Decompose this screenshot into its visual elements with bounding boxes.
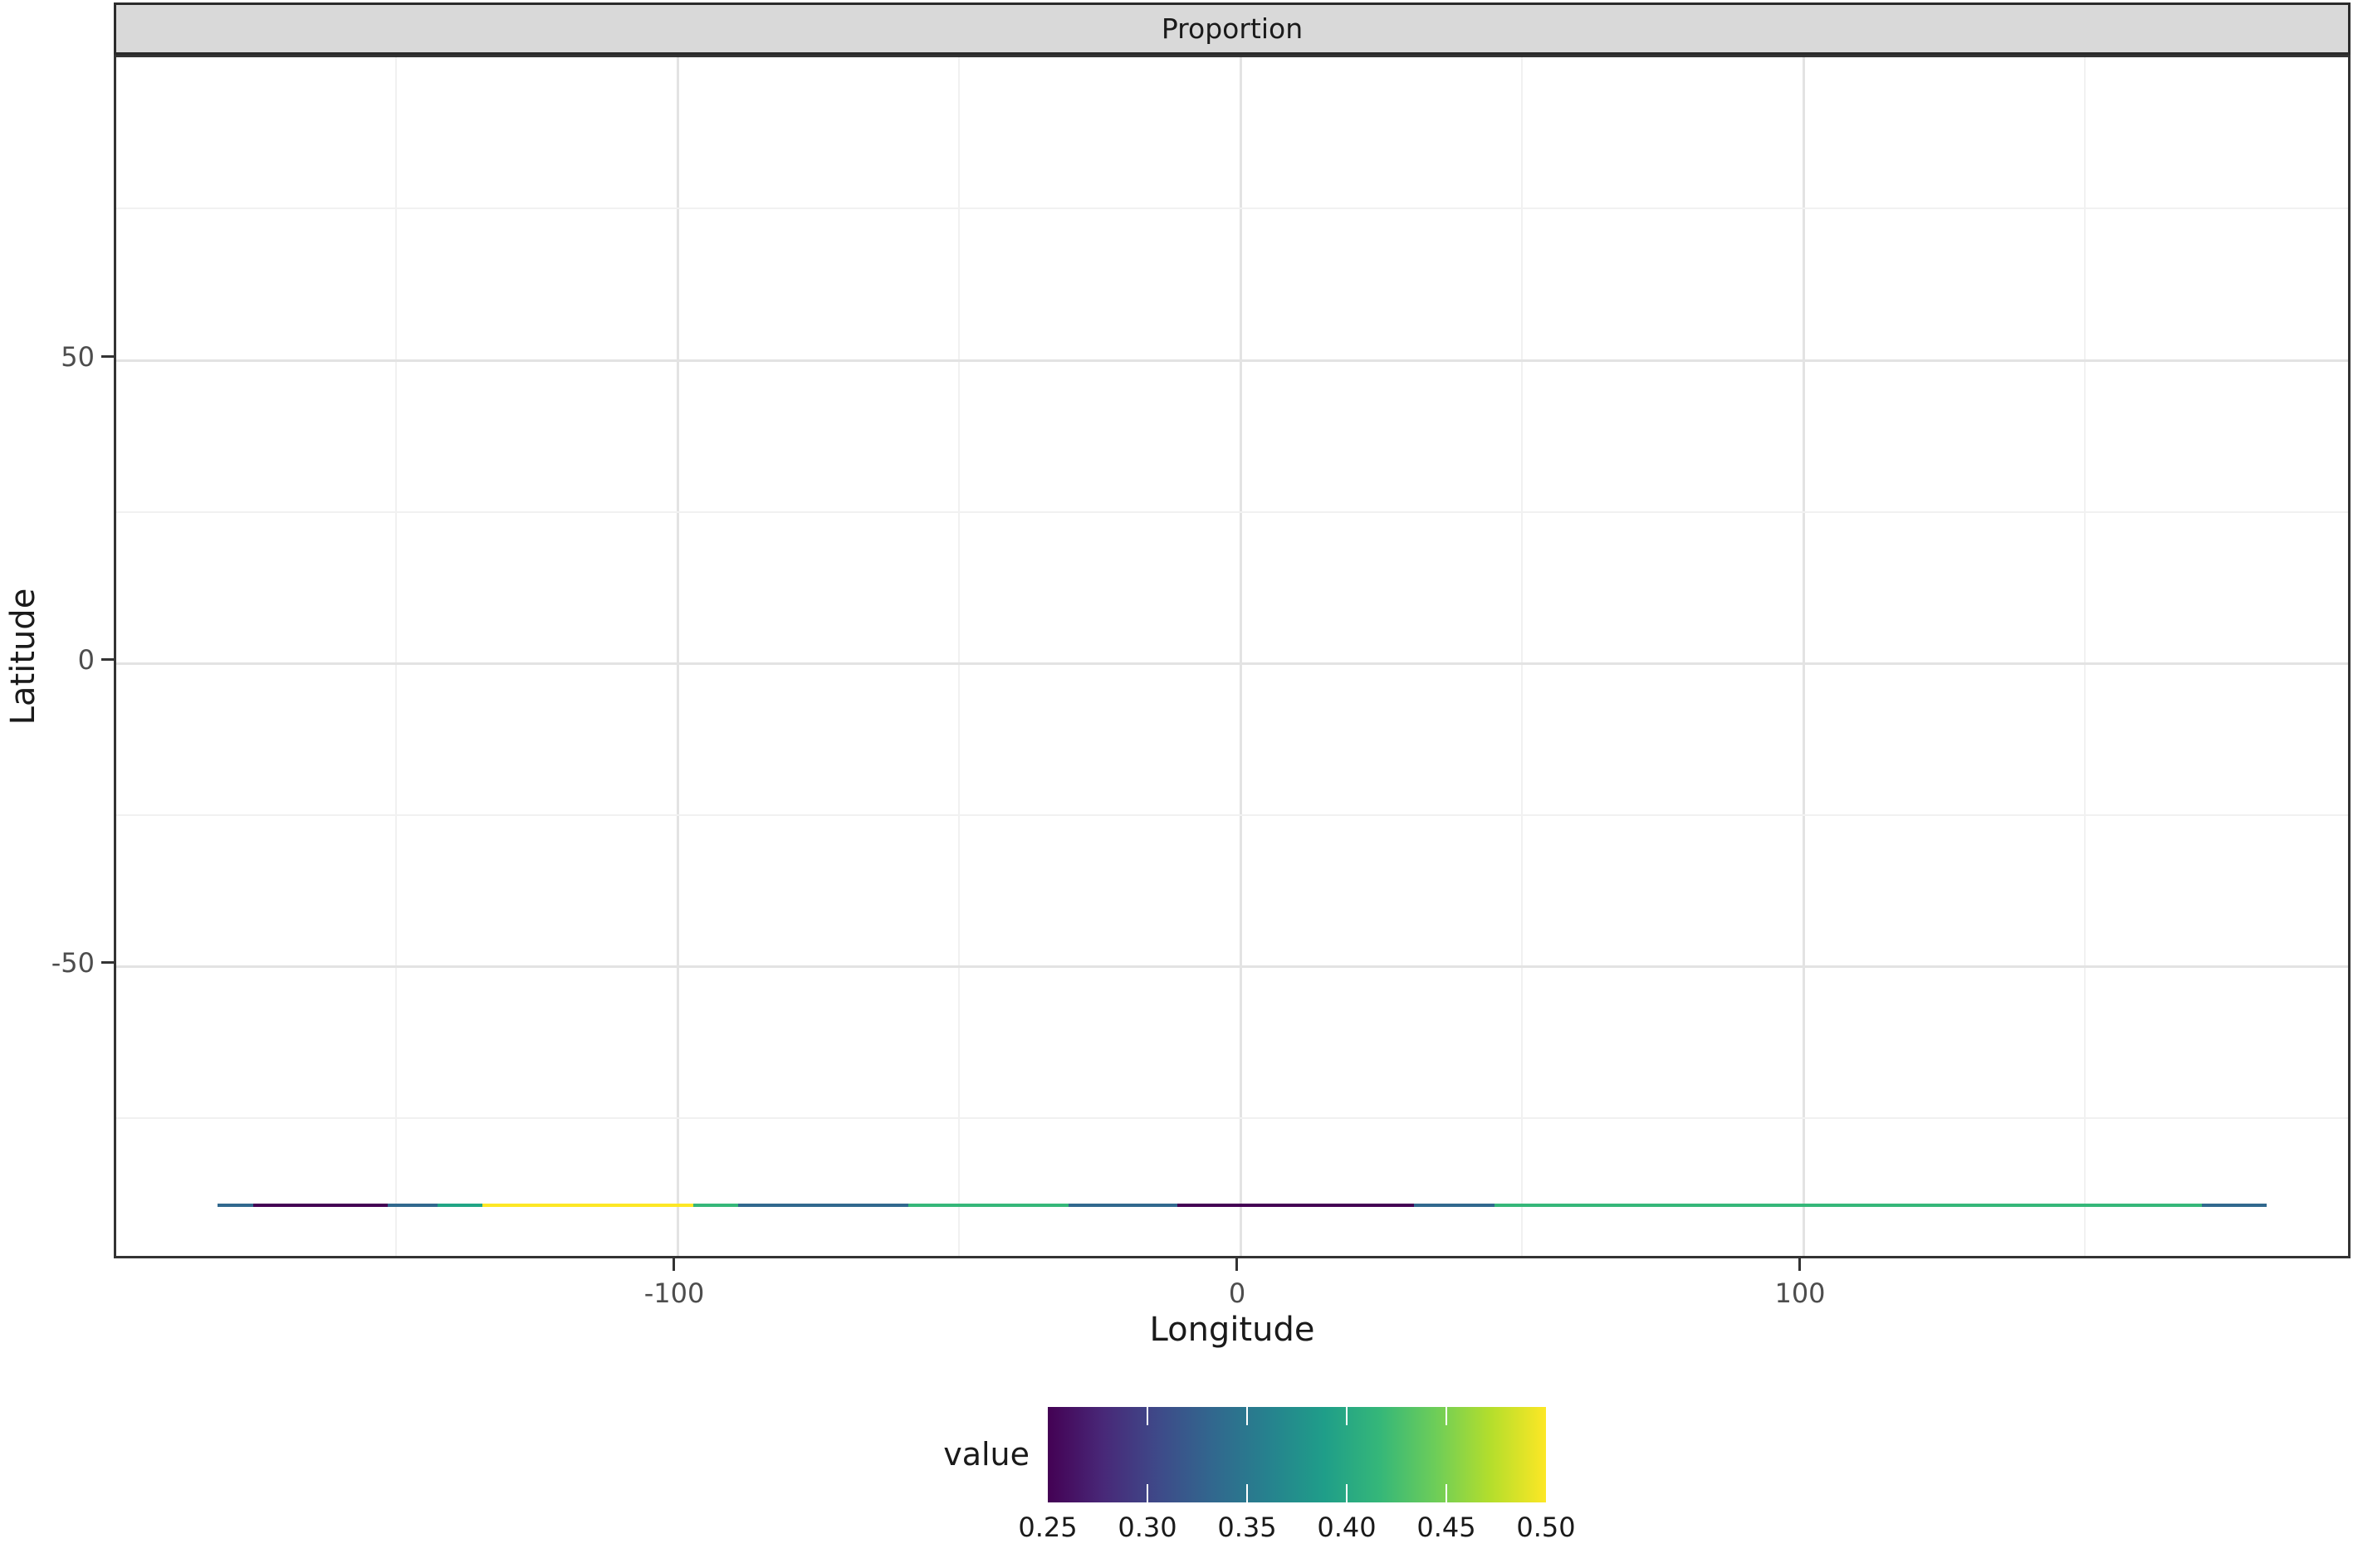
gridline-minor-h [116,208,2348,209]
gridline-minor-h [116,1117,2348,1119]
legend-tick [1246,1484,1248,1502]
gridline-minor-v [2084,57,2086,1256]
value-line-segment [2202,1204,2267,1207]
x-axis-tick-label: -100 [616,1277,732,1310]
legend-tick-label: 0.30 [1089,1511,1206,1544]
y-axis-tick [101,355,114,358]
value-line-segment [438,1204,482,1207]
value-line-segment [482,1204,693,1207]
value-line-segment [388,1204,438,1207]
legend-tick-label: 0.40 [1289,1511,1405,1544]
y-axis-tick-label: -50 [0,946,95,979]
gridline-minor-v [1521,57,1523,1256]
gridline-minor-h [116,511,2348,513]
value-line-segment [1069,1204,1177,1207]
legend-tick [1147,1484,1148,1502]
y-axis-tick-label: 50 [0,340,95,374]
gridline-minor-h [116,814,2348,816]
legend-tick [1446,1484,1447,1502]
legend-tick-label: 0.35 [1189,1511,1305,1544]
value-raster-row [218,1204,2267,1207]
gridline-major-h [116,662,2348,665]
value-line-segment [738,1204,908,1207]
gridline-major-v [1240,57,1242,1256]
legend-colorbar [1048,1407,1546,1502]
gridline-major-h [116,965,2348,968]
facet-strip-label: Proportion [1162,12,1303,45]
legend-title: value [830,1435,1030,1473]
x-axis-tick-label: 100 [1742,1277,1858,1310]
gridline-major-v [677,57,679,1256]
legend-tick [1346,1484,1348,1502]
y-axis-tick [101,961,114,964]
x-axis-tick [1798,1258,1801,1271]
value-line-segment [1177,1204,1414,1207]
legend-tick-label: 0.45 [1388,1511,1504,1544]
faceted-map-plot: Proportion 50 0 -50 -100 0 100 Longitude… [0,0,2353,1568]
legend-tick [1446,1407,1447,1425]
legend-tick [1147,1407,1148,1425]
value-line-segment [1494,1204,2202,1207]
x-axis-tick-label: 0 [1179,1277,1295,1310]
value-line-segment [253,1204,388,1207]
x-axis-title: Longitude [114,1310,2351,1350]
value-line-segment [908,1204,1069,1207]
facet-strip: Proportion [114,2,2351,55]
value-line-segment [1414,1204,1494,1207]
y-axis-title: Latitude [3,589,43,725]
gridline-major-h [116,359,2348,362]
legend-tick [1346,1407,1348,1425]
x-axis-tick [1235,1258,1238,1271]
gridline-minor-v [958,57,960,1256]
legend-tick-label: 0.50 [1488,1511,1604,1544]
legend-tick-label: 0.25 [990,1511,1106,1544]
y-axis-tick [101,658,114,661]
x-axis-tick [673,1258,675,1271]
gridline-minor-v [395,57,397,1256]
value-line-segment [693,1204,738,1207]
value-line-segment [218,1204,253,1207]
plot-panel [114,55,2351,1258]
legend-tick [1246,1407,1248,1425]
gridline-major-v [1803,57,1805,1256]
